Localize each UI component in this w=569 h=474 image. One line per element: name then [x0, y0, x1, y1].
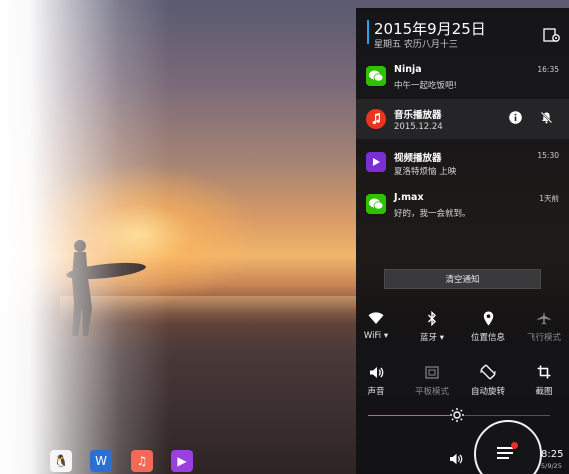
- tablet-mode-toggle[interactable]: 平板模式: [405, 363, 459, 399]
- notification-title: 音乐播放器: [394, 110, 442, 121]
- notification-title: Ninja: [394, 64, 422, 75]
- notification-time: 15:30: [537, 151, 559, 160]
- brightness-sun-icon: [449, 407, 465, 423]
- bluetooth-label: 蓝牙 ▾: [420, 333, 444, 343]
- airplane-mode-toggle[interactable]: 飞行模式: [517, 309, 569, 345]
- tablet-mode-icon: [425, 365, 439, 379]
- notification-body: 2015.12.24: [394, 122, 443, 132]
- rotate-icon: [480, 364, 496, 380]
- notification-title: 视频播放器: [394, 153, 442, 164]
- airplane-mode-label: 飞行模式: [526, 333, 561, 343]
- location-pin-icon: [483, 311, 493, 325]
- auto-rotate-label: 自动旋转: [470, 387, 505, 397]
- bluetooth-toggle[interactable]: 蓝牙 ▾: [405, 309, 459, 345]
- wechat-icon: [366, 66, 386, 86]
- notification-item-ninja[interactable]: Ninja 中午一起吃饭吧! 16:35: [356, 56, 569, 96]
- screenshot-label: 截图: [535, 387, 553, 397]
- play-icon: [366, 152, 386, 172]
- notification-body: 夏洛特烦恼 上映: [394, 167, 457, 177]
- settings-button[interactable]: [542, 26, 562, 44]
- lunar-date: 星期五 农历八月十三: [374, 40, 458, 50]
- clock-date: 5/9/25: [541, 462, 562, 470]
- sound-label: 声音: [367, 387, 385, 397]
- settings-gear-icon: [543, 28, 560, 42]
- clock-time[interactable]: 8:25: [541, 449, 563, 460]
- speaker-icon: [369, 366, 383, 378]
- notification-badge-dot: [511, 442, 518, 449]
- taskbar-word-icon[interactable]: W: [90, 450, 112, 472]
- taskbar-music-icon[interactable]: ♫: [131, 450, 153, 472]
- airplane-icon: [537, 311, 551, 325]
- notification-item-jmax[interactable]: J.max 好的，我一会就到。 1天前: [356, 184, 569, 224]
- crop-icon: [537, 365, 551, 379]
- notification-title: J.max: [394, 192, 424, 203]
- tablet-mode-label: 平板模式: [414, 387, 449, 397]
- date-accent-bar: [367, 20, 369, 44]
- notification-body: 好的，我一会就到。: [394, 209, 471, 219]
- taskbar-video-icon[interactable]: ▶: [171, 450, 193, 472]
- info-icon[interactable]: [509, 111, 522, 124]
- brightness-slider-fill: [368, 415, 458, 416]
- volume-icon[interactable]: [449, 452, 463, 466]
- location-label: 位置信息: [470, 333, 505, 343]
- wifi-label: WiFi ▾: [363, 331, 389, 341]
- wifi-toggle[interactable]: WiFi ▾: [349, 309, 403, 345]
- music-note-icon: [366, 109, 386, 129]
- notification-time: 1天前: [539, 194, 559, 203]
- clear-notifications-button[interactable]: 清空通知: [384, 269, 541, 289]
- taskbar-qq-icon[interactable]: 🐧: [50, 450, 72, 472]
- sound-toggle[interactable]: 声音: [349, 363, 403, 399]
- wifi-icon: [368, 311, 384, 324]
- notification-body: 中午一起吃饭吧!: [394, 81, 457, 91]
- notification-item-video-player[interactable]: 视频播放器 夏洛特烦恼 上映 15:30: [356, 142, 569, 182]
- notification-time: 16:35: [537, 65, 559, 74]
- bluetooth-icon: [428, 310, 436, 326]
- location-toggle[interactable]: 位置信息: [461, 309, 515, 345]
- brightness-slider-thumb[interactable]: [449, 407, 465, 423]
- notification-item-music-player[interactable]: 音乐播放器 2015.12.24: [356, 99, 569, 139]
- screenshot-toggle[interactable]: 截图: [517, 363, 569, 399]
- date-heading: 2015年9月25日: [374, 20, 486, 38]
- auto-rotate-toggle[interactable]: 自动旋转: [461, 363, 515, 399]
- mute-bell-icon[interactable]: [540, 111, 553, 124]
- wechat-icon: [366, 194, 386, 214]
